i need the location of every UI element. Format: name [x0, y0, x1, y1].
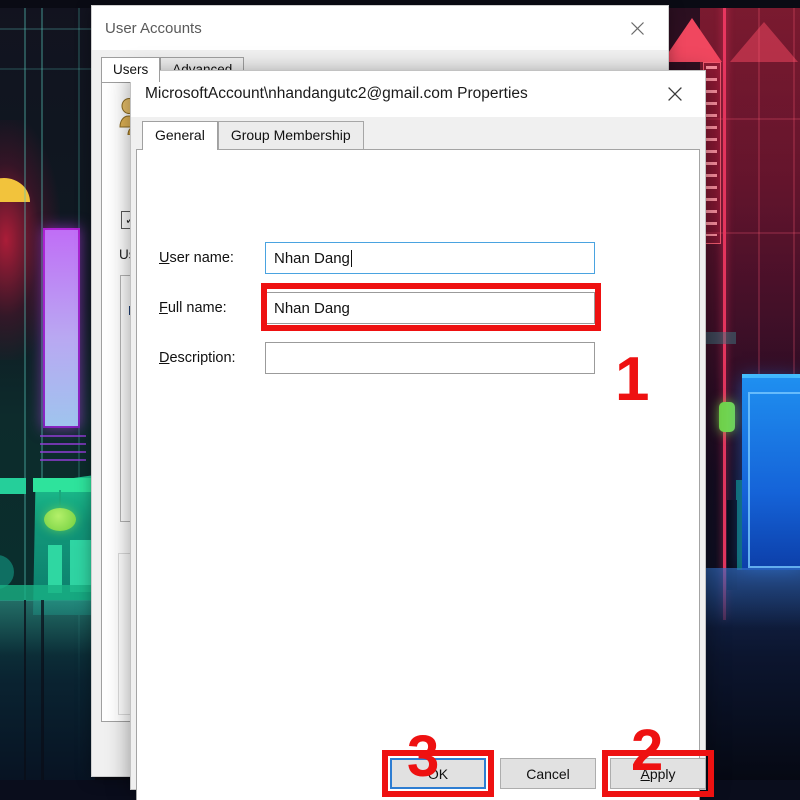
- account-properties-dialog[interactable]: MicrosoftAccount\nhandangutc2@gmail.com …: [130, 70, 714, 800]
- description-label-rest: escription:: [169, 350, 236, 366]
- user-accounts-titlebar[interactable]: User Accounts: [92, 6, 668, 50]
- tab-general-label: General: [155, 127, 205, 143]
- user-name-value: Nhan Dang: [274, 249, 350, 267]
- properties-titlebar[interactable]: MicrosoftAccount\nhandangutc2@gmail.com …: [131, 71, 705, 117]
- user-name-label: User name:: [159, 250, 234, 266]
- full-name-value: Nhan Dang: [274, 299, 350, 317]
- general-tab-page: User name: Nhan Dang Full name: Nhan Dan…: [136, 149, 714, 800]
- user-accounts-title: User Accounts: [105, 19, 202, 37]
- tab-users-label: Users: [113, 62, 149, 77]
- annotation-number-1: 1: [615, 345, 650, 414]
- description-label: Description:: [159, 350, 236, 366]
- user-name-accel: U: [159, 250, 170, 266]
- tab-general[interactable]: General: [142, 121, 218, 151]
- full-name-row: Full name: Nhan Dang: [137, 283, 699, 331]
- description-input[interactable]: [265, 342, 595, 374]
- annotation-number-2: 2: [631, 718, 664, 783]
- properties-title: MicrosoftAccount\nhandangutc2@gmail.com …: [145, 85, 528, 102]
- full-name-accel: F: [159, 300, 168, 316]
- description-accel: D: [159, 350, 170, 366]
- full-name-label-rest: ull name:: [167, 300, 227, 316]
- annotation-number-3: 3: [407, 724, 440, 789]
- close-icon[interactable]: [614, 12, 660, 44]
- cancel-button[interactable]: Cancel: [500, 758, 596, 789]
- tab-group-membership[interactable]: Group Membership: [217, 121, 364, 150]
- text-caret: [350, 249, 352, 267]
- user-name-label-rest: ser name:: [169, 250, 234, 266]
- close-icon[interactable]: [652, 77, 698, 110]
- cancel-button-label: Cancel: [526, 765, 570, 782]
- tab-users[interactable]: Users: [101, 57, 161, 82]
- screenshot-root: User Accounts Users Advanced: [0, 0, 800, 800]
- user-name-input[interactable]: Nhan Dang: [265, 242, 595, 274]
- full-name-label: Full name:: [159, 300, 227, 316]
- full-name-input[interactable]: Nhan Dang: [265, 292, 595, 324]
- properties-tabstrip: General Group Membership: [142, 121, 364, 151]
- tab-group-membership-label: Group Membership: [230, 127, 351, 143]
- user-name-row: User name: Nhan Dang: [137, 241, 699, 275]
